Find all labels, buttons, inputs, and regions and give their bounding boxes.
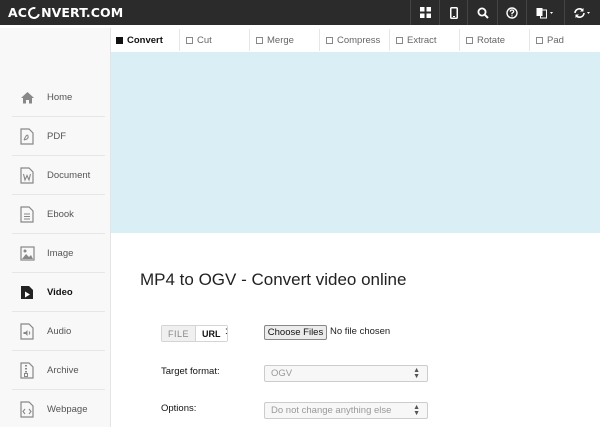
home-icon — [18, 88, 36, 106]
pdf-icon — [18, 127, 36, 145]
source-colon: : — [225, 326, 228, 337]
checkbox-icon — [186, 36, 193, 44]
source-file-tab[interactable]: FILE — [162, 326, 197, 341]
logo-ring-icon — [25, 4, 43, 21]
target-format-value: OGV — [271, 368, 293, 379]
select-arrows-icon: ▲ ▼ — [413, 404, 420, 417]
page-title: MP4 to OGV - Convert video online — [140, 270, 407, 289]
tab-merge[interactable]: Merge — [250, 29, 320, 51]
source-url-tab[interactable]: URL — [196, 326, 227, 341]
image-icon — [18, 244, 36, 262]
video-icon — [18, 283, 36, 301]
ebook-icon — [18, 205, 36, 223]
checkbox-icon — [536, 36, 543, 44]
tab-cut[interactable]: Cut — [180, 29, 250, 51]
checkbox-icon — [116, 36, 123, 44]
tab-extract[interactable]: Extract — [390, 29, 460, 51]
checkbox-icon — [466, 36, 473, 44]
help-icon — [506, 6, 518, 19]
source-toggle: FILE URL — [161, 325, 228, 342]
search-button[interactable] — [467, 0, 497, 25]
logo-suffix: NVERT.COM — [41, 5, 124, 20]
tool-tabs: Convert Cut Merge Compress Extract Rotat… — [110, 29, 600, 51]
mobile-icon — [449, 6, 458, 19]
webpage-icon — [18, 401, 36, 419]
language-icon — [536, 7, 553, 18]
options-select[interactable]: Do not change anything else ▲ ▼ — [264, 402, 428, 419]
tab-compress[interactable]: Compress — [320, 29, 390, 51]
search-icon — [477, 7, 489, 19]
sidebar-item-video[interactable]: Video — [12, 273, 105, 312]
tab-rotate[interactable]: Rotate — [460, 29, 530, 51]
archive-icon — [18, 361, 36, 379]
top-bar: AC NVERT.COM — [0, 0, 600, 25]
help-button[interactable] — [497, 0, 526, 25]
sidebar-item-audio[interactable]: Audio — [12, 312, 105, 351]
top-icons — [410, 0, 600, 25]
options-value: Do not change anything else — [271, 405, 392, 416]
sidebar-item-archive[interactable]: Archive — [12, 351, 105, 390]
language-button[interactable] — [526, 0, 564, 25]
sync-icon — [573, 7, 590, 18]
options-label: Options: — [161, 403, 197, 414]
target-format-select[interactable]: OGV ▲ ▼ — [264, 365, 428, 382]
sidebar-item-image[interactable]: Image — [12, 234, 105, 273]
sidebar-item-document[interactable]: Document — [12, 156, 105, 195]
site-logo[interactable]: AC NVERT.COM — [8, 4, 123, 21]
tab-pad[interactable]: Pad — [530, 29, 600, 51]
hero-banner — [111, 52, 600, 233]
grid-button[interactable] — [410, 0, 439, 25]
target-format-label: Target format: — [161, 366, 220, 377]
select-arrows-icon: ▲ ▼ — [413, 367, 420, 380]
sidebar-item-pdf[interactable]: PDF — [12, 117, 105, 156]
tab-convert[interactable]: Convert — [110, 29, 180, 51]
checkbox-icon — [326, 36, 333, 44]
file-status: No file chosen — [330, 326, 391, 337]
checkbox-icon — [396, 36, 403, 44]
checkbox-icon — [256, 36, 263, 44]
sync-button[interactable] — [564, 0, 600, 25]
audio-icon — [18, 322, 36, 340]
sidebar-item-ebook[interactable]: Ebook — [12, 195, 105, 234]
sidebar-item-home[interactable]: Home — [12, 78, 105, 117]
choose-files-button[interactable]: Choose Files — [264, 325, 327, 340]
document-icon — [18, 166, 36, 184]
sidebar: Home PDF Document Ebook Image Video Audi… — [0, 28, 111, 427]
logo-prefix: AC — [8, 5, 28, 20]
mobile-button[interactable] — [439, 0, 467, 25]
grid-icon — [419, 7, 431, 18]
sidebar-item-webpage[interactable]: Webpage — [12, 390, 105, 427]
